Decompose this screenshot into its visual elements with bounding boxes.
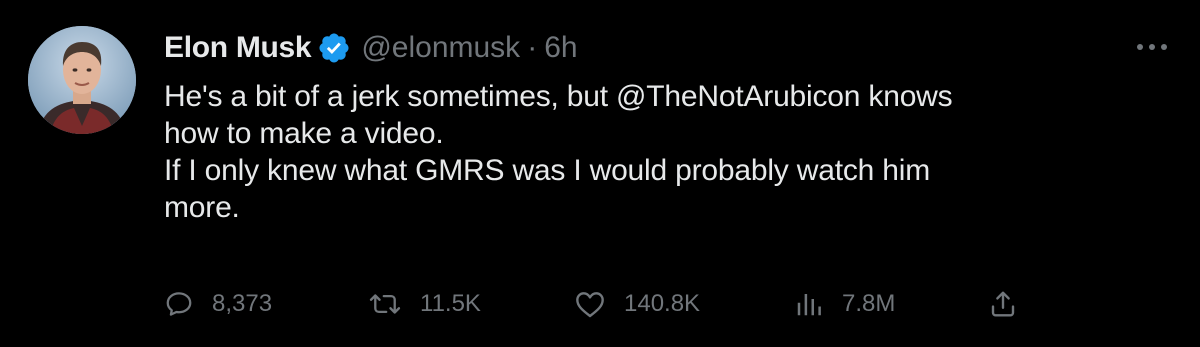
tweet-card[interactable]: Elon Musk @elonmusk · 6h He's a bit of a…	[0, 0, 1200, 347]
handle[interactable]: @elonmusk	[361, 31, 520, 65]
display-name[interactable]: Elon Musk	[164, 31, 312, 65]
tweet-header: Elon Musk @elonmusk · 6h	[164, 26, 578, 70]
reply-count: 8,373	[212, 290, 273, 317]
share-button[interactable]	[988, 282, 1018, 326]
repost-count: 11.5K	[420, 290, 481, 317]
tweet-text: He's a bit of a jerk sometimes, but @The…	[164, 78, 1144, 226]
reply-button[interactable]: 8,373	[164, 282, 272, 326]
verified-badge-icon[interactable]	[317, 31, 351, 65]
repost-button[interactable]: 11.5K	[368, 282, 481, 326]
tweet-text-paragraph: If I only knew what GMRS was I would pro…	[164, 154, 930, 224]
share-icon	[988, 289, 1018, 319]
timestamp[interactable]: 6h	[544, 31, 577, 65]
separator-dot: ·	[527, 31, 538, 64]
action-bar: 8,373 11.5K 140.8K 7.8M	[164, 282, 1064, 326]
views-count: 7.8M	[842, 290, 896, 317]
like-count: 140.8K	[624, 290, 701, 317]
like-button[interactable]: 140.8K	[574, 282, 700, 326]
more-dots-icon[interactable]	[1132, 32, 1172, 62]
reply-icon	[164, 289, 194, 319]
heart-icon	[574, 289, 606, 319]
views-button[interactable]: 7.8M	[794, 282, 895, 326]
tweet-text-paragraph: He's a bit of a jerk sometimes, but @The…	[164, 80, 953, 150]
repost-icon	[368, 289, 402, 319]
avatar[interactable]	[28, 26, 136, 134]
views-chart-icon	[794, 289, 824, 319]
